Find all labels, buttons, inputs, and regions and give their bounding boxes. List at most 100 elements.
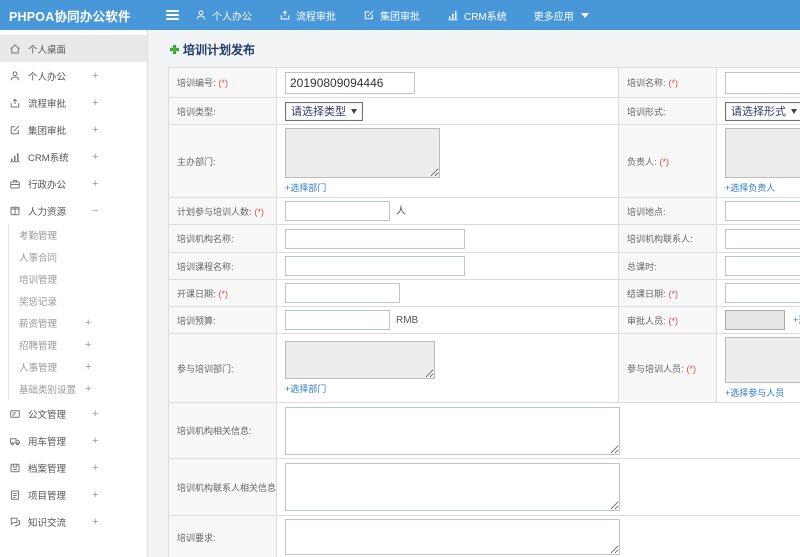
expand-icon[interactable]: +: [92, 70, 98, 82]
form-row: 培训机构联系人相关信息:: [168, 458, 800, 516]
expand-icon[interactable]: +: [92, 489, 98, 501]
sidebar-item-project-mgmt[interactable]: 项目管理 +: [0, 481, 147, 508]
budget-input[interactable]: [285, 310, 390, 330]
expand-icon[interactable]: +: [85, 361, 91, 373]
location-input[interactable]: [725, 201, 800, 221]
form-row: 培训要求:: [168, 515, 800, 557]
planned-count-input[interactable]: [285, 201, 390, 221]
sidebar-item-label: 项目管理: [28, 490, 67, 502]
top-menu-more-apps[interactable]: 更多应用: [534, 8, 589, 23]
form-row: 培训课程名称: 总课时:: [168, 252, 800, 280]
sidebar-item-label: 知识交流: [28, 517, 67, 529]
train-no-input[interactable]: [285, 71, 415, 94]
sidebar-item-hr[interactable]: 人力资源 −: [0, 197, 147, 224]
course-name-input[interactable]: [285, 256, 465, 276]
select-dept-link[interactable]: +选择部门: [285, 382, 326, 395]
total-hours-input[interactable]: [725, 256, 800, 276]
required-marker: (*): [686, 363, 697, 374]
hamburger-icon[interactable]: [155, 10, 189, 20]
requirements-textarea[interactable]: [285, 519, 620, 555]
join-people-textarea[interactable]: [725, 337, 800, 383]
leader-textarea[interactable]: [725, 128, 800, 178]
required-marker: (*): [668, 315, 679, 326]
select-participants-link[interactable]: +选择参与人员: [725, 386, 784, 399]
field-label: 培训机构名称:: [177, 234, 234, 244]
sidebar-item-label: 人事合同: [19, 253, 58, 264]
select-approver-link[interactable]: +选择审批人员: [793, 315, 800, 325]
select-value: 请选择形式: [731, 106, 786, 118]
expand-icon[interactable]: +: [85, 339, 91, 351]
org-info-textarea[interactable]: [285, 406, 620, 455]
chat-icon: [9, 516, 21, 528]
sidebar-item-base-category-settings[interactable]: 基础类别设置 +: [9, 378, 147, 400]
expand-icon[interactable]: +: [92, 151, 98, 163]
expand-icon[interactable]: +: [92, 97, 98, 109]
org-contact-info-textarea[interactable]: [285, 463, 620, 511]
approver-input[interactable]: [725, 310, 785, 330]
sidebar-item-archive-mgmt[interactable]: 档案管理 +: [0, 454, 147, 481]
field-label: 培训要求:: [177, 532, 216, 543]
plus-icon: [169, 44, 180, 55]
sidebar-item-recruit-mgmt[interactable]: 招聘管理 +: [9, 334, 147, 356]
top-menu-crm[interactable]: CRM系统: [447, 8, 507, 23]
sidebar-item-group-approval[interactable]: 集团审批 +: [0, 116, 147, 143]
sidebar-item-attendance-mgmt[interactable]: 考勤管理: [9, 224, 147, 246]
start-date-input[interactable]: [285, 283, 400, 303]
field-label: 总课时:: [627, 261, 657, 272]
bar-chart-icon: [447, 9, 459, 21]
sidebar-item-personal-office[interactable]: 个人办公 +: [0, 62, 147, 89]
required-marker: (*): [254, 206, 265, 217]
train-type-select[interactable]: 请选择类型: [285, 101, 363, 121]
sidebar-item-reward-records[interactable]: 奖惩记录: [9, 290, 147, 312]
end-date-input[interactable]: [725, 283, 800, 303]
field-label: 培训形式:: [627, 106, 666, 117]
sidebar-item-label: 流程审批: [28, 98, 67, 110]
expand-icon[interactable]: +: [92, 408, 98, 420]
select-leader-link[interactable]: +选择负责人: [725, 181, 775, 194]
sidebar-item-label: 薪资管理: [19, 319, 58, 330]
sidebar-item-admin-office[interactable]: 行政办公 +: [0, 170, 147, 197]
expand-icon[interactable]: +: [85, 383, 91, 395]
sidebar-hr-submenu: 考勤管理 人事合同 培训管理 奖惩记录 薪资管理 + 招聘管理 + 人事管理 +…: [8, 224, 147, 400]
train-form-select[interactable]: 请选择形式: [725, 101, 800, 121]
top-menu-label: 流程审批: [296, 11, 336, 23]
sidebar-item-crm[interactable]: CRM系统 +: [0, 143, 147, 170]
top-menu-workflow-approval[interactable]: 流程审批: [279, 8, 336, 23]
train-name-input[interactable]: [725, 71, 800, 94]
book-icon: [9, 205, 21, 217]
expand-icon[interactable]: +: [92, 516, 98, 528]
sidebar-item-hr-contract[interactable]: 人事合同: [9, 246, 147, 268]
expand-icon[interactable]: +: [92, 462, 98, 474]
expand-icon[interactable]: +: [85, 317, 91, 329]
compose-icon: [363, 9, 375, 21]
sidebar-item-knowledge-exchange[interactable]: 知识交流 +: [0, 508, 147, 535]
sidebar-item-label: 培训管理: [19, 275, 58, 286]
unit-label: 人: [396, 205, 406, 217]
sidebar-item-training-mgmt[interactable]: 培训管理: [9, 268, 147, 290]
sidebar-item-official-doc-mgmt[interactable]: 公文管理 +: [0, 400, 147, 427]
host-dept-textarea[interactable]: [285, 128, 440, 178]
top-bar: PHPOA协同办公软件 个人办公 流程审批 集团审批 CRM系统 更多应用: [0, 0, 800, 30]
caret-down-icon: [580, 12, 589, 18]
org-contact-input[interactable]: [725, 228, 800, 249]
required-marker: (*): [218, 288, 229, 299]
sidebar-item-workflow-approval[interactable]: 流程审批 +: [0, 89, 147, 116]
expand-icon[interactable]: +: [92, 435, 98, 447]
expand-icon[interactable]: +: [92, 178, 98, 190]
collapse-icon[interactable]: −: [92, 205, 98, 217]
sidebar-item-salary-mgmt[interactable]: 薪资管理 +: [9, 312, 147, 334]
select-dept-link[interactable]: +选择部门: [285, 181, 326, 194]
top-menu-personal-office[interactable]: 个人办公: [195, 8, 252, 23]
sidebar-item-label: 个人办公: [28, 71, 67, 83]
sidebar-item-vehicle-mgmt[interactable]: 用车管理 +: [0, 427, 147, 454]
user-icon: [9, 70, 21, 82]
car-icon: [9, 435, 21, 447]
sidebar-item-personnel-mgmt[interactable]: 人事管理 +: [9, 356, 147, 378]
join-dept-textarea[interactable]: [285, 341, 435, 379]
top-menu-group-approval[interactable]: 集团审批: [363, 8, 420, 23]
field-label: 负责人:: [627, 156, 657, 167]
field-label: 培训课程名称:: [177, 261, 234, 272]
expand-icon[interactable]: +: [92, 124, 98, 136]
sidebar-item-personal-desktop[interactable]: 个人桌面: [0, 35, 147, 62]
org-name-input[interactable]: [285, 228, 465, 249]
